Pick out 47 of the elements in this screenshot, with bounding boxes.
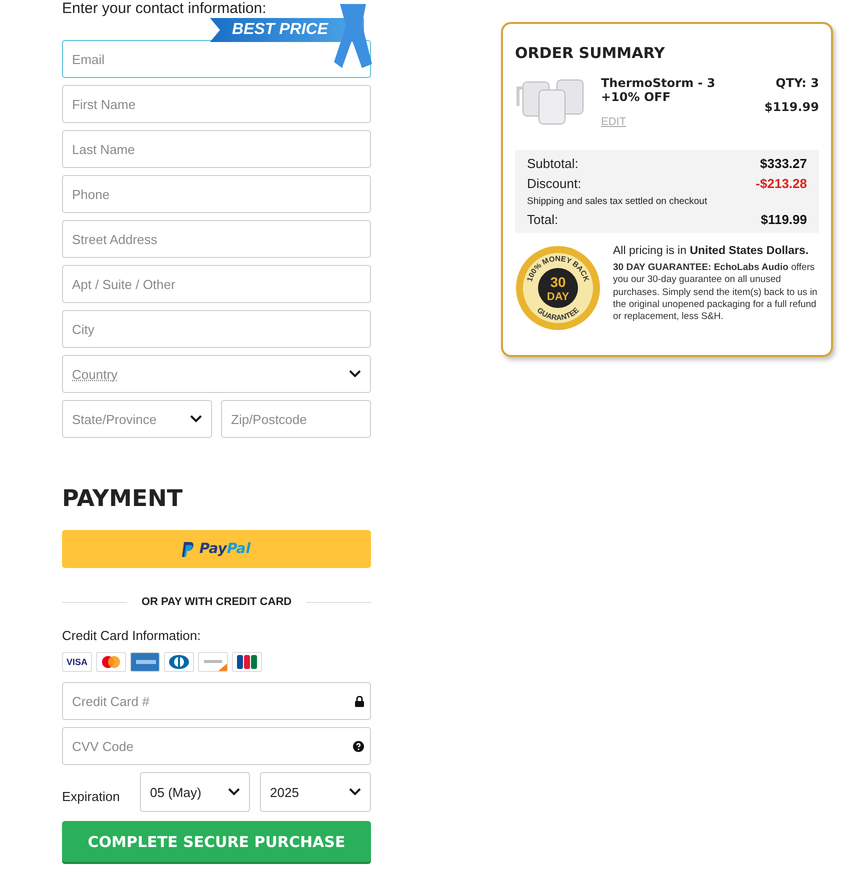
chevron-down-icon <box>190 415 202 423</box>
product-name: ThermoStorm - 3 +10% OFF <box>601 76 716 104</box>
visa-card-logo: VISA <box>62 652 92 672</box>
divider-label: OR PAY WITH CREDIT CARD <box>62 596 371 608</box>
card-brand-icon <box>96 652 126 672</box>
country-select[interactable]: Country <box>62 355 371 393</box>
currency-note: All pricing is in United States Dollars. <box>613 245 810 257</box>
total-value: $119.99 <box>760 212 807 227</box>
state-select[interactable]: State/Province <box>62 400 212 438</box>
text-field[interactable]: Phone <box>62 175 371 213</box>
total-label: Discount: <box>527 176 582 191</box>
card-brand-icon <box>130 652 160 672</box>
text-field[interactable]: Email <box>62 40 371 78</box>
total-label: Total: <box>527 212 558 227</box>
expiration-label: Expiration <box>62 788 121 804</box>
quantity: QTY: 3 <box>774 76 819 90</box>
cvv-field[interactable]: CVV Code <box>62 727 371 765</box>
month-select[interactable]: 05 (May) <box>140 772 250 812</box>
card-number-field[interactable]: Credit Card # <box>62 682 371 720</box>
zip-field[interactable]: Zip/Postcode <box>221 400 371 438</box>
purchase-button[interactable]: COMPLETE SECURE PURCHASE <box>62 821 371 862</box>
help-icon <box>353 740 364 752</box>
total-label: Subtotal: <box>527 156 578 171</box>
total-value: $333.27 <box>760 156 807 171</box>
chevron-down-icon <box>349 788 361 796</box>
product-price: $119.99 <box>764 100 819 114</box>
paypal-icon <box>182 542 194 556</box>
chevron-down-icon <box>349 370 361 378</box>
year-select[interactable]: 2025 <box>260 772 371 812</box>
text-field[interactable]: Last Name <box>62 130 371 168</box>
text-field[interactable]: Apt / Suite / Other <box>62 265 371 303</box>
order-summary-title: ORDER SUMMARY <box>515 44 666 62</box>
chevron-down-icon <box>228 788 240 796</box>
total-value: -$213.28 <box>756 176 807 191</box>
edit-link[interactable]: EDIT <box>601 116 721 128</box>
card-info-label: Credit Card Information: <box>62 628 202 643</box>
card-brand-icon <box>232 652 262 672</box>
guarantee-text: 30 DAY GUARANTEE: EchoLabs Audio offers you our 30-day guarantee on all unused purchases. Simply send the item(s) back to us in the original unopened packaging for a full refund or replacement, less S&H. <box>613 262 818 324</box>
card-brand-icon <box>164 652 194 672</box>
text-field[interactable]: City <box>62 310 371 348</box>
card-brand-icon <box>198 652 228 672</box>
paypal-button[interactable]: PayPal <box>62 530 371 568</box>
text-field[interactable]: Street Address <box>62 220 371 258</box>
shipping-note: Shipping and sales tax settled on checkout <box>527 196 708 207</box>
lock-icon <box>355 696 364 706</box>
text-field[interactable]: First Name <box>62 85 371 123</box>
payment-heading: PAYMENT <box>62 486 184 512</box>
